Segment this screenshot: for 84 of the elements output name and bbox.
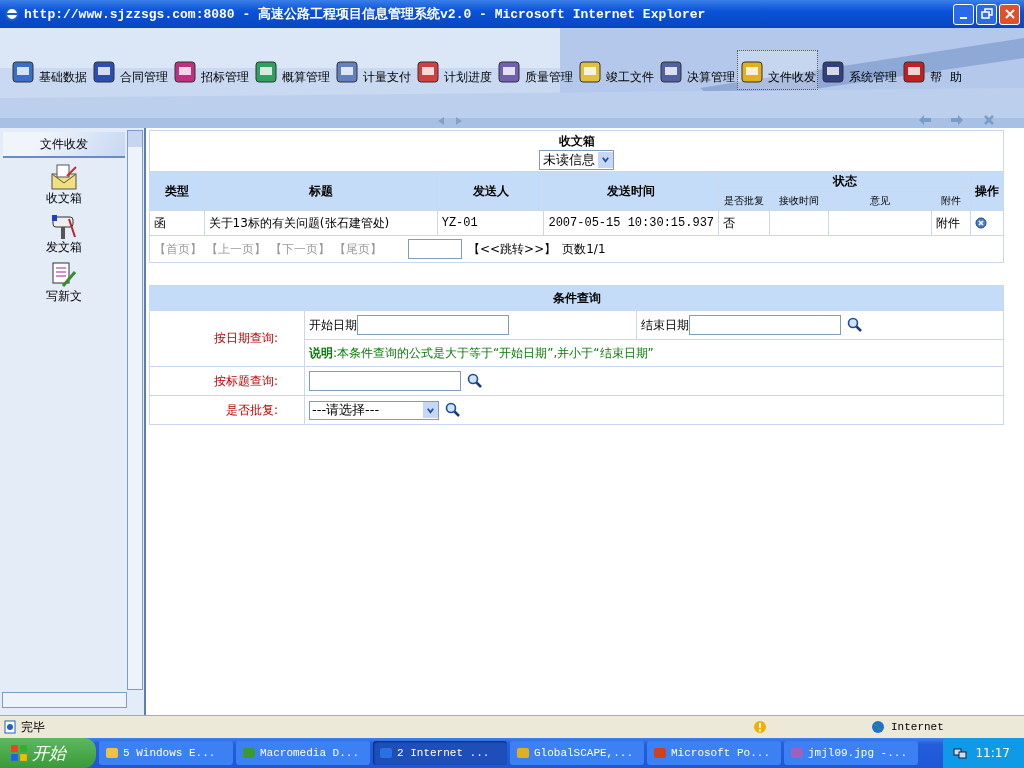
start-date-field[interactable]	[357, 315, 509, 335]
field-label: 开始日期	[309, 317, 357, 332]
app-icon	[379, 746, 393, 760]
close-icon[interactable]	[982, 114, 996, 126]
nav-item[interactable]: 基础数据	[8, 50, 89, 90]
taskbar-button[interactable]: GlobalSCAPE,...	[510, 741, 644, 765]
forward-arrow-icon[interactable]	[950, 114, 964, 126]
nav-item[interactable]: 质量管理	[494, 50, 575, 90]
sidebar-header: 文件收发	[3, 132, 125, 158]
warning-icon	[753, 720, 767, 734]
attachment-link[interactable]: 附件	[931, 210, 971, 236]
nav-item[interactable]: 招标管理	[170, 50, 251, 90]
table-cell: 函	[149, 210, 205, 236]
scrollbar[interactable]	[2, 692, 127, 708]
search-icon[interactable]	[847, 317, 863, 333]
scroll-right-icon[interactable]	[454, 116, 464, 126]
nav-item[interactable]: 决算管理	[656, 50, 737, 90]
restore-icon	[980, 8, 993, 20]
table-cell: 2007-05-15 10:30:15.937	[543, 210, 719, 236]
column-header: 标题	[204, 171, 438, 211]
field-label: 结束日期	[641, 317, 689, 332]
reply-dropdown[interactable]: ---请选择---	[309, 400, 439, 420]
inbox-title: 收文箱	[557, 132, 596, 150]
scrollbar[interactable]	[127, 130, 143, 690]
minimize-button[interactable]	[953, 3, 974, 25]
table-cell: 否	[718, 210, 770, 236]
app-icon	[105, 746, 119, 760]
network-icon	[953, 746, 968, 760]
close-icon	[1003, 8, 1016, 20]
nav-item[interactable]: 概算管理	[251, 50, 332, 90]
document-pen-icon	[49, 260, 79, 290]
query-title: 条件查询	[552, 290, 601, 305]
field-label: 是否批复:	[225, 402, 278, 417]
nav-item[interactable]: 竣工文件	[575, 50, 656, 90]
taskbar-button[interactable]: jmjl09.jpg -...	[784, 741, 918, 765]
clock: 11:17	[975, 746, 1010, 760]
note-text: 说明:本条件查询的公式是大于等于“开始日期”,并小于“结束日期”	[309, 345, 654, 360]
table-cell: YZ-01	[437, 210, 544, 236]
delete-icon[interactable]	[974, 217, 987, 229]
window-title: http://www.sjzzsgs.com:8080 - 高速公路工程项目信息管理系统v2.0 - Microsoft Internet Explorer	[24, 5, 706, 23]
nav-item[interactable]: 帮 助	[899, 50, 964, 90]
column-header: 发送时间	[543, 171, 719, 211]
sidebar-item[interactable]: 发文箱	[46, 211, 82, 256]
field-label: 按日期查询:	[213, 331, 278, 345]
title-search-field[interactable]	[309, 371, 461, 391]
nav-item[interactable]: 系统管理	[818, 50, 899, 90]
sidebar-item[interactable]: 写新文	[46, 260, 82, 305]
nav-item[interactable]: 计划进度	[413, 50, 494, 90]
minimize-icon	[960, 17, 967, 19]
app-icon	[790, 746, 804, 760]
close-button[interactable]	[999, 3, 1020, 25]
nav-item[interactable]: 计量支付	[332, 50, 413, 90]
app-icon	[653, 746, 667, 760]
end-date-field[interactable]	[689, 315, 841, 335]
taskbar-button[interactable]: 5 Windows E...	[99, 741, 233, 765]
column-header: 操作	[970, 171, 1004, 211]
app-icon	[516, 746, 530, 760]
filter-dropdown[interactable]: 未读信息	[539, 149, 614, 170]
app-icon	[242, 746, 256, 760]
sidebar-item[interactable]: 收文箱	[46, 162, 82, 207]
nav-item[interactable]: 合同管理	[89, 50, 170, 90]
envelope-icon	[49, 162, 79, 192]
nav-item[interactable]: 文件收发	[737, 50, 818, 90]
back-arrow-icon[interactable]	[918, 114, 932, 126]
page-count: 页数1/1	[562, 241, 606, 256]
status-text: 完毕	[21, 718, 45, 736]
search-icon[interactable]	[467, 373, 483, 389]
page-input[interactable]	[408, 239, 462, 259]
browser-icon	[4, 6, 20, 22]
taskbar-button[interactable]: 2 Internet ...	[373, 741, 507, 765]
column-header: 类型	[149, 171, 205, 211]
column-header: 发送人	[437, 171, 544, 211]
taskbar-button[interactable]: Microsoft Po...	[647, 741, 781, 765]
jump-link[interactable]: 【<<跳转>>】	[468, 241, 557, 256]
taskbar-button[interactable]: Macromedia D...	[236, 741, 370, 765]
restore-button[interactable]	[976, 3, 997, 25]
search-icon[interactable]	[445, 402, 461, 418]
table-cell: 关于13标的有关问题(张石建管处)	[204, 210, 438, 236]
zone-text: Internet	[891, 721, 944, 733]
scroll-left-icon[interactable]	[436, 116, 446, 126]
windows-logo-icon	[10, 744, 28, 762]
field-label: 按标题查询:	[213, 373, 278, 388]
globe-icon	[871, 720, 885, 734]
page-icon	[3, 720, 17, 734]
